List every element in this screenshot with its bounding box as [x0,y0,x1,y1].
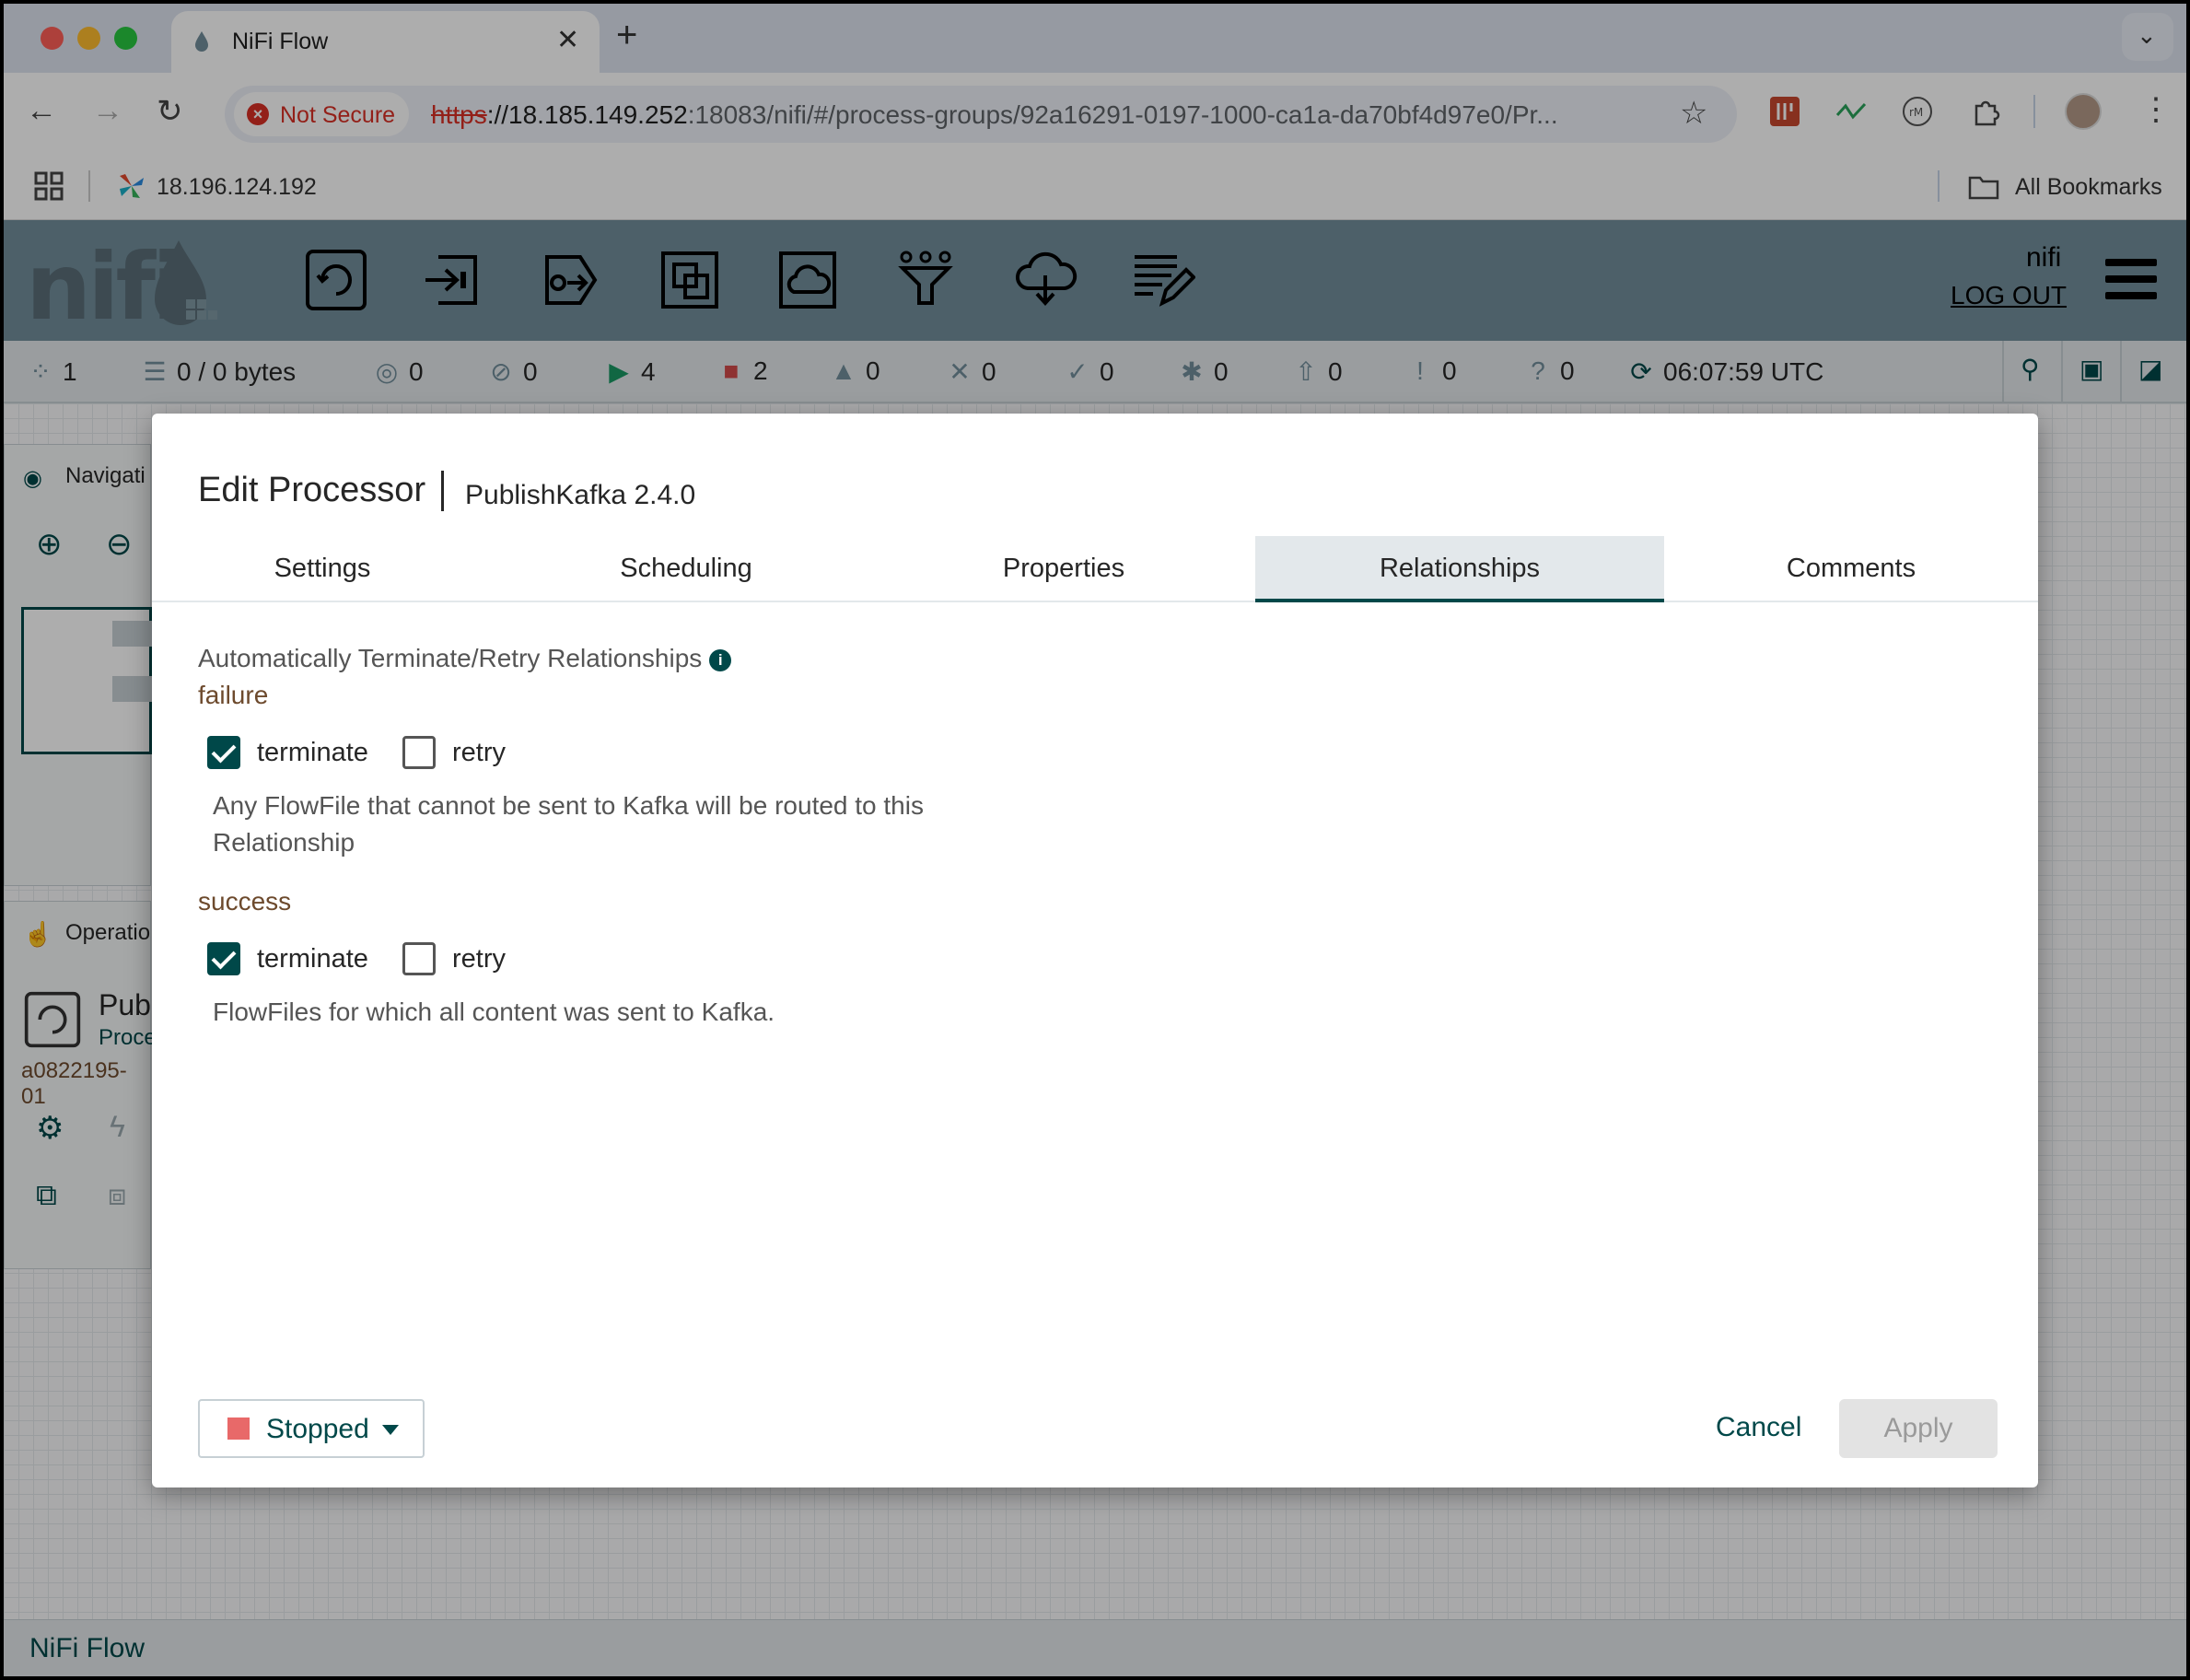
failure-description: Any FlowFile that cannot be sent to Kafk… [213,788,924,861]
tab-scheduling[interactable]: Scheduling [493,536,879,602]
dialog-title: Edit Processor [198,471,426,509]
stopped-square-icon [227,1418,250,1440]
run-state-label: Stopped [266,1414,369,1444]
relationship-name-failure: failure [198,681,269,709]
success-retry-checkbox[interactable] [402,942,436,975]
success-description: FlowFiles for which all content was sent… [213,994,775,1031]
processor-type-version: PublishKafka 2.4.0 [465,480,696,510]
dialog-tabs: Settings Scheduling Properties Relations… [152,536,2038,602]
relationship-name-success: success [198,887,292,916]
failure-description-line: Any FlowFile that cannot be sent to Kafk… [213,791,924,820]
tab-settings[interactable]: Settings [152,536,493,602]
success-description-line: FlowFiles for which all content was sent… [213,998,775,1026]
success-terminate-label[interactable]: terminate [257,944,368,974]
tab-relationships[interactable]: Relationships [1255,536,1664,602]
success-retry-label[interactable]: retry [452,944,506,974]
failure-retry-label[interactable]: retry [452,738,506,768]
edit-processor-dialog: Edit Processor PublishKafka 2.4.0 Settin… [152,414,2038,1488]
run-state-dropdown[interactable]: Stopped [198,1399,425,1458]
browser-window: NiFi Flow ✕ + ⌄ ← → ↻ × Not Secure https… [4,4,2186,1676]
failure-terminate-label[interactable]: terminate [257,738,368,768]
relationships-heading: Automatically Terminate/Retry Relationsh… [198,644,732,673]
info-icon[interactable]: i [709,649,732,671]
success-terminate-checkbox[interactable] [207,942,240,975]
cancel-button[interactable]: Cancel [1716,1412,1801,1443]
relationships-heading-text: Automatically Terminate/Retry Relationsh… [198,644,703,672]
failure-terminate-checkbox[interactable] [207,736,240,769]
tab-properties[interactable]: Properties [879,536,1248,602]
apply-button[interactable]: Apply [1839,1399,1998,1458]
failure-description-line: Relationship [213,828,355,857]
title-divider [441,471,444,511]
failure-retry-checkbox[interactable] [402,736,436,769]
tab-comments[interactable]: Comments [1664,536,2038,602]
caret-down-icon [382,1425,399,1435]
